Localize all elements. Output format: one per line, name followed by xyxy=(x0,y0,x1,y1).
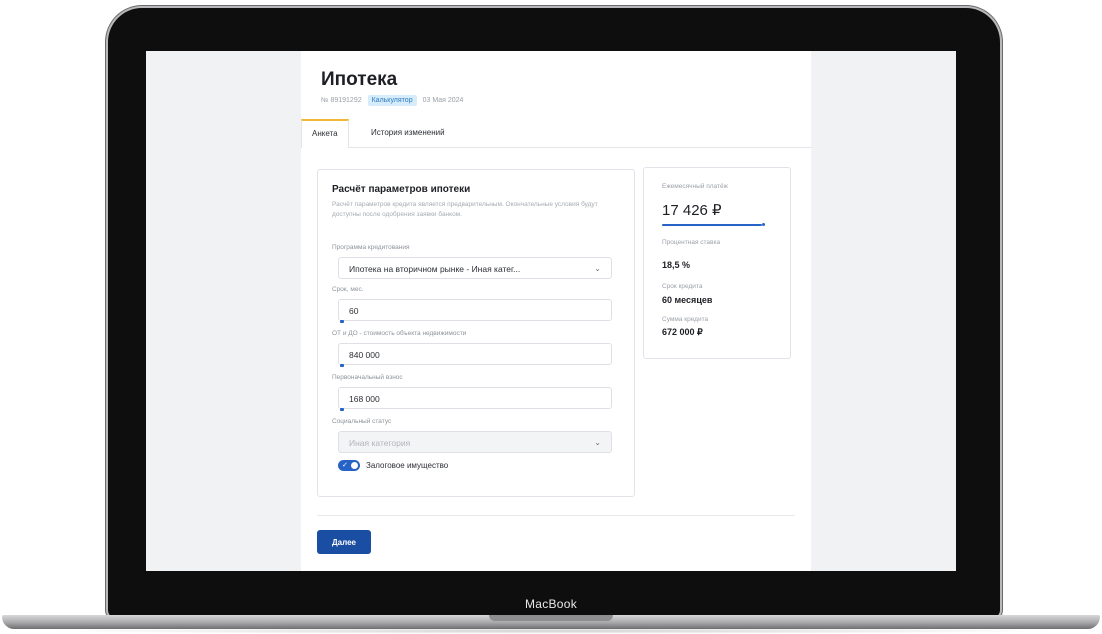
amount-label: Сумма кредита xyxy=(662,316,709,323)
term-input[interactable]: 60 xyxy=(338,299,612,321)
social-status-select[interactable]: Иная категория ⌄ xyxy=(338,431,612,453)
summary-card: Ежемесячный платёж 17 426 ₽ Процентная с… xyxy=(643,167,791,359)
tab-questionnaire[interactable]: Анкета xyxy=(301,119,349,148)
check-icon: ✓ xyxy=(342,462,348,469)
monthly-payment-value: 17 426 ₽ xyxy=(662,202,722,219)
laptop-screen: Ипотека № 89191292 Калькулятор 03 Мая 20… xyxy=(146,51,956,571)
footer-divider xyxy=(317,515,795,516)
page-meta: № 89191292 Калькулятор 03 Мая 2024 xyxy=(321,95,463,106)
monthly-payment-bar xyxy=(662,224,762,226)
down-payment-input[interactable]: 168 000 xyxy=(338,387,612,409)
program-select[interactable]: Ипотека на вторичном рынке - Иная катег.… xyxy=(338,257,612,279)
amount-value: 672 000 ₽ xyxy=(662,327,703,337)
monthly-payment-label: Ежемесячный платёж xyxy=(662,183,728,190)
status-badge: Калькулятор xyxy=(367,95,417,106)
form-title: Расчёт параметров ипотеки xyxy=(332,184,471,195)
mortgage-form-card: Расчёт параметров ипотеки Расчёт парамет… xyxy=(317,169,635,497)
social-status-value: Иная категория xyxy=(349,438,411,448)
property-value-input[interactable]: 840 000 xyxy=(338,343,612,365)
rate-value: 18,5 % xyxy=(662,260,691,270)
term-label: Срок, мес. xyxy=(332,286,364,293)
social-status-label: Социальный статус xyxy=(332,418,392,425)
term-summary-value: 60 месяцев xyxy=(662,295,713,305)
application-date: 03 Мая 2024 xyxy=(422,97,464,104)
tabs-bar: Анкета История изменений xyxy=(301,119,811,148)
monthly-payment-bar-dot xyxy=(762,223,765,226)
term-summary-label: Срок кредита xyxy=(662,283,703,290)
page-title: Ипотека xyxy=(321,69,398,90)
next-button[interactable]: Далее xyxy=(317,530,371,554)
mortgage-page: Ипотека № 89191292 Калькулятор 03 Мая 20… xyxy=(301,51,811,571)
down-payment-slider-handle[interactable] xyxy=(340,408,344,411)
laptop-base-notch xyxy=(489,615,613,621)
tab-change-history[interactable]: История изменений xyxy=(361,119,455,147)
collateral-toggle-row[interactable]: ✓ Залоговое имущество xyxy=(338,460,448,471)
collateral-label: Залоговое имущество xyxy=(366,461,449,470)
property-value-slider-handle[interactable] xyxy=(340,364,344,367)
chevron-down-icon: ⌄ xyxy=(594,438,601,447)
collateral-toggle[interactable]: ✓ xyxy=(338,460,360,471)
rate-label: Процентная ставка xyxy=(662,239,721,246)
term-slider-handle[interactable] xyxy=(340,320,344,323)
device-label: MacBook xyxy=(524,597,578,611)
program-value: Ипотека на вторичном рынке - Иная катег.… xyxy=(349,264,521,274)
down-payment-label: Первоначальный взнос xyxy=(332,374,403,381)
program-label: Программа кредитования xyxy=(332,244,410,251)
property-value-label: ОТ и ДО - стоимость объекта недвижимости xyxy=(332,330,467,337)
chevron-down-icon: ⌄ xyxy=(594,264,601,273)
application-number: № 89191292 xyxy=(321,97,362,104)
form-description: Расчёт параметров кредита является предв… xyxy=(332,201,598,218)
laptop-shadow xyxy=(40,628,1062,634)
